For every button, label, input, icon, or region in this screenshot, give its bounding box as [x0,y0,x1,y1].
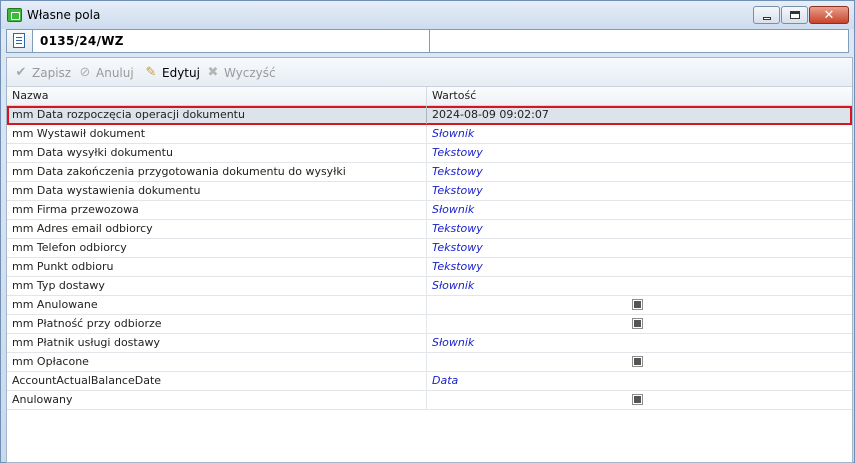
field-name-cell: mm Płatnik usługi dostawy [7,334,427,352]
window-title: Własne pola [27,8,101,22]
table-row[interactable]: mm Adres email odbiorcy Tekstowy [7,220,852,239]
document-icon-button[interactable] [7,30,33,52]
table-row[interactable]: mm Data rozpoczęcia operacji dokumentu 20… [7,106,852,125]
table-row[interactable]: Anulowany [7,391,852,410]
clear-label: Wyczyść [224,66,276,80]
edit-button[interactable]: ✎ Edytuj [143,64,200,82]
field-value-cell[interactable] [427,315,852,333]
table-row[interactable]: mm Data zakończenia przygotowania dokume… [7,163,852,182]
field-value-cell[interactable] [427,353,852,371]
field-name-cell: mm Data zakończenia przygotowania dokume… [7,163,427,181]
field-value-text: Słownik [432,279,475,292]
maximize-icon [789,11,800,19]
table-row[interactable]: mm Telefon odbiorcy Tekstowy [7,239,852,258]
table-row[interactable]: mm Wystawił dokument Słownik [7,125,852,144]
app-basket-icon [7,8,22,22]
field-name-cell: mm Punkt odbioru [7,258,427,276]
table-row[interactable]: mm Opłacone [7,353,852,372]
save-button[interactable]: ✔ Zapisz [13,64,72,82]
field-value-cell[interactable]: 2024-08-09 09:02:07 [427,106,852,124]
field-value-cell[interactable]: Tekstowy [427,163,852,181]
checkbox[interactable] [632,318,643,329]
minimize-icon [762,16,771,20]
table-row[interactable]: mm Firma przewozowa Słownik [7,201,852,220]
field-value-cell[interactable]: Słownik [427,201,852,219]
document-number: 0135/24/WZ [40,34,124,48]
field-value-cell[interactable]: Tekstowy [427,258,852,276]
fields-grid: Nazwa Wartość mm Data rozpoczęcia operac… [7,87,852,462]
divider [429,30,430,52]
field-value-text: Słownik [432,336,475,349]
field-name-cell: mm Wystawił dokument [7,125,427,143]
field-value-text: Tekstowy [432,241,483,254]
field-name-cell: mm Typ dostawy [7,277,427,295]
pencil-icon: ✎ [145,65,157,80]
checkbox[interactable] [632,394,643,405]
table-row[interactable]: mm Data wystawienia dokumentu Tekstowy [7,182,852,201]
cancel-label: Anuluj [96,66,134,80]
field-value-text: Tekstowy [432,222,483,235]
field-value-cell[interactable]: Tekstowy [427,220,852,238]
field-name-cell: mm Telefon odbiorcy [7,239,427,257]
minimize-button[interactable] [753,6,780,24]
title-bar[interactable]: Własne pola ✕ [1,1,854,29]
cancel-button[interactable]: ⊘ Anuluj [77,64,134,82]
document-icon [13,33,25,48]
table-row[interactable]: mm Data wysyłki dokumentu Tekstowy [7,144,852,163]
field-value-cell[interactable]: Tekstowy [427,239,852,257]
field-name-cell: mm Data wystawienia dokumentu [7,182,427,200]
save-label: Zapisz [32,66,72,80]
column-header-name[interactable]: Nazwa [7,87,427,106]
grid-header: Nazwa Wartość [7,87,852,106]
field-value-cell[interactable]: Data [427,372,852,390]
checkbox[interactable] [632,356,643,367]
field-value-text: Tekstowy [432,260,483,273]
document-bar: 0135/24/WZ [6,29,849,53]
table-row[interactable]: mm Anulowane [7,296,852,315]
window: Własne pola ✕ 0135/24/WZ ✔ Zapisz ⊘ Anul… [0,0,855,463]
field-name-cell: mm Opłacone [7,353,427,371]
column-header-value[interactable]: Wartość [427,87,852,106]
field-name-cell: mm Adres email odbiorcy [7,220,427,238]
field-value-cell[interactable]: Słownik [427,277,852,295]
field-value-cell[interactable]: Słownik [427,125,852,143]
close-button[interactable]: ✕ [809,6,849,24]
field-name-cell: AccountActualBalanceDate [7,372,427,390]
table-row[interactable]: mm Typ dostawy Słownik [7,277,852,296]
field-name-cell: mm Data rozpoczęcia operacji dokumentu [7,106,427,124]
field-value-text: Data [432,374,459,387]
table-row[interactable]: mm Płatnik usługi dostawy Słownik [7,334,852,353]
edit-label: Edytuj [162,66,200,80]
checkmark-icon: ✔ [15,65,27,80]
maximize-button[interactable] [781,6,808,24]
checkbox[interactable] [632,299,643,310]
field-name-cell: mm Anulowane [7,296,427,314]
field-name-cell: mm Firma przewozowa [7,201,427,219]
field-value-cell[interactable]: Słownik [427,334,852,352]
field-name-cell: mm Data wysyłki dokumentu [7,144,427,162]
field-value-text: 2024-08-09 09:02:07 [432,108,549,121]
custom-fields-panel: ✔ Zapisz ⊘ Anuluj ✎ Edytuj ✖ Wyczyść Naz… [6,57,853,463]
clear-button[interactable]: ✖ Wyczyść [205,64,276,82]
table-row[interactable]: mm Płatność przy odbiorze [7,315,852,334]
field-name-cell: mm Płatność przy odbiorze [7,315,427,333]
table-row[interactable]: AccountActualBalanceDate Data [7,372,852,391]
field-value-text: Słownik [432,127,475,140]
field-value-cell[interactable]: Tekstowy [427,182,852,200]
field-name-cell: Anulowany [7,391,427,409]
cancel-icon: ⊘ [79,65,91,80]
field-value-text: Tekstowy [432,165,483,178]
table-row[interactable]: mm Punkt odbioru Tekstowy [7,258,852,277]
close-icon: ✕ [823,7,835,23]
field-value-text: Tekstowy [432,184,483,197]
field-value-cell[interactable]: Tekstowy [427,144,852,162]
field-value-cell[interactable] [427,391,852,409]
field-value-cell[interactable] [427,296,852,314]
clear-x-icon: ✖ [207,65,219,80]
field-value-text: Słownik [432,203,475,216]
toolbar: ✔ Zapisz ⊘ Anuluj ✎ Edytuj ✖ Wyczyść [7,58,852,87]
field-value-text: Tekstowy [432,146,483,159]
